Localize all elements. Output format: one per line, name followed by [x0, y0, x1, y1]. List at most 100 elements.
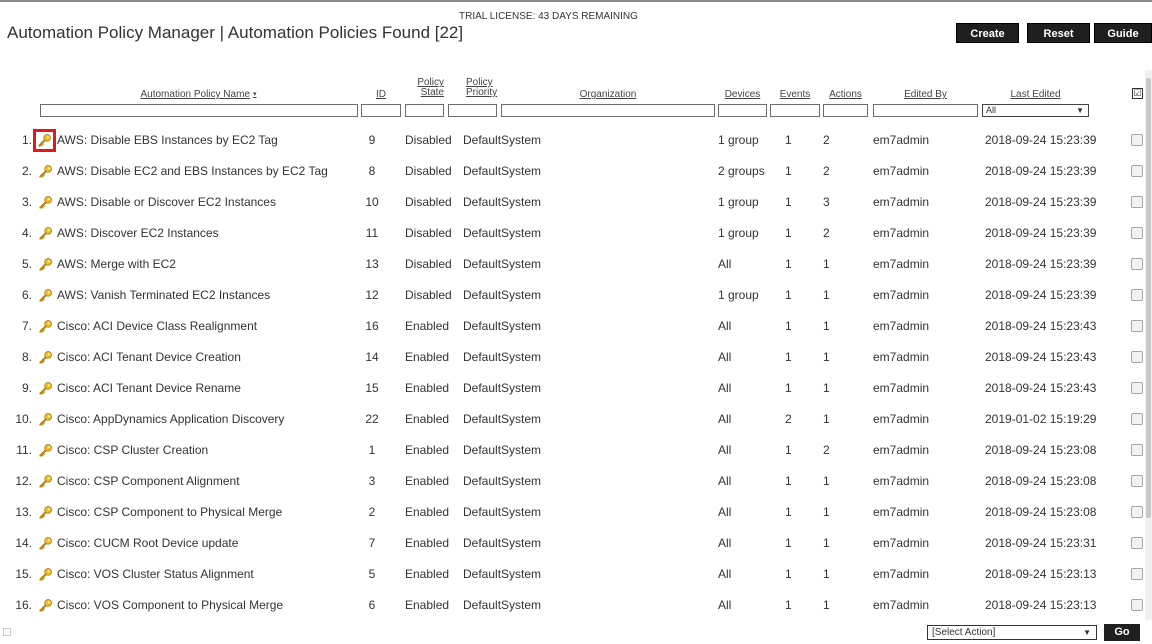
row-checkbox[interactable] — [1131, 568, 1143, 580]
row-checkbox[interactable] — [1131, 196, 1143, 208]
row-checkbox[interactable] — [1131, 382, 1143, 394]
key-icon[interactable] — [38, 164, 53, 179]
key-icon[interactable] — [38, 226, 53, 241]
key-icon[interactable] — [38, 350, 53, 365]
table-row[interactable]: 7. Cisco: ACI Device Class Realignment 1… — [0, 311, 1152, 342]
filter-state-input[interactable] — [405, 104, 444, 117]
policy-id: 12 — [365, 288, 379, 302]
key-icon[interactable] — [38, 288, 53, 303]
row-checkbox[interactable] — [1131, 320, 1143, 332]
column-header-last-edited[interactable]: Last Edited — [982, 76, 1089, 100]
actions-count: 1 — [823, 598, 830, 612]
key-icon[interactable] — [38, 412, 53, 427]
reset-button[interactable]: Reset — [1027, 23, 1090, 43]
table-row[interactable]: 11. Cisco: CSP Cluster Creation 1 Enable… — [0, 435, 1152, 466]
table-row[interactable]: 3. AWS: Disable or Discover EC2 Instance… — [0, 187, 1152, 218]
filter-id-input[interactable] — [361, 104, 401, 117]
column-header-id[interactable]: ID — [361, 76, 401, 100]
column-header-actions[interactable]: Actions — [823, 76, 868, 100]
table-row[interactable]: 5. AWS: Merge with EC2 13 Disabled Defau… — [0, 249, 1152, 280]
key-icon[interactable] — [38, 195, 53, 210]
events-count: 1 — [785, 319, 792, 333]
key-icon[interactable] — [38, 598, 53, 613]
row-number: 14. — [15, 536, 32, 550]
table-row[interactable]: 14. Cisco: CUCM Root Device update 7 Ena… — [0, 528, 1152, 559]
key-icon[interactable] — [38, 319, 53, 334]
key-icon[interactable] — [38, 443, 53, 458]
policy-id: 7 — [368, 536, 376, 550]
edited-by: em7admin — [873, 536, 930, 550]
filter-edited-by-input[interactable] — [873, 104, 978, 117]
policy-priority: Default — [463, 164, 502, 178]
actions-count: 3 — [823, 195, 830, 209]
filter-events-input[interactable] — [770, 104, 820, 117]
row-checkbox[interactable] — [1131, 134, 1143, 146]
key-icon[interactable] — [38, 257, 53, 272]
events-count: 1 — [785, 505, 792, 519]
filter-devices-input[interactable] — [718, 104, 767, 117]
key-icon[interactable] — [33, 129, 56, 152]
row-checkbox[interactable] — [1131, 506, 1143, 518]
organization: System — [501, 474, 542, 488]
row-checkbox[interactable] — [1131, 289, 1143, 301]
table-row[interactable]: 1. AWS: Disable EBS Instances by EC2 Tag… — [0, 125, 1152, 156]
policy-name: Cisco: ACI Tenant Device Rename — [57, 381, 241, 395]
table-row[interactable]: 9. Cisco: ACI Tenant Device Rename 15 En… — [0, 373, 1152, 404]
row-checkbox[interactable] — [1131, 165, 1143, 177]
guide-button[interactable]: Guide — [1094, 23, 1152, 43]
row-checkbox[interactable] — [1131, 599, 1143, 611]
row-checkbox[interactable] — [1131, 227, 1143, 239]
column-header-devices[interactable]: Devices — [718, 76, 767, 100]
table-row[interactable]: 10. Cisco: AppDynamics Application Disco… — [0, 404, 1152, 435]
policy-name: Cisco: VOS Component to Physical Merge — [57, 598, 284, 612]
last-edited: 2018-09-24 15:23:39 — [985, 133, 1097, 147]
table-row[interactable]: 8. Cisco: ACI Tenant Device Creation 14 … — [0, 342, 1152, 373]
scrollbar-thumb[interactable] — [1146, 78, 1151, 518]
filter-actions-input[interactable] — [823, 104, 868, 117]
select-action-dropdown[interactable]: [Select Action] ▼ — [927, 625, 1097, 640]
filter-priority-input[interactable] — [448, 104, 497, 117]
column-header-events[interactable]: Events — [770, 76, 820, 100]
column-header-policy-state[interactable]: Policy State — [405, 76, 444, 100]
row-checkbox[interactable] — [1131, 475, 1143, 487]
filter-last-edited-select[interactable]: All ▼ — [982, 104, 1089, 117]
sort-indicator-icon: ▾ — [252, 91, 257, 98]
row-checkbox[interactable] — [1131, 351, 1143, 363]
devices: 1 group — [718, 133, 759, 147]
table-row[interactable]: 2. AWS: Disable EC2 and EBS Instances by… — [0, 156, 1152, 187]
key-icon[interactable] — [38, 536, 53, 551]
key-icon[interactable] — [38, 567, 53, 582]
column-header-name[interactable]: Automation Policy Name ▾ — [40, 76, 357, 100]
table-row[interactable]: 15. Cisco: VOS Cluster Status Alignment … — [0, 559, 1152, 590]
key-icon[interactable] — [38, 381, 53, 396]
row-checkbox[interactable] — [1131, 413, 1143, 425]
actions-count: 2 — [823, 443, 830, 457]
table-row[interactable]: 16. Cisco: VOS Component to Physical Mer… — [0, 590, 1152, 621]
policy-name: Cisco: CSP Component Alignment — [57, 474, 240, 488]
filter-organization-input[interactable] — [501, 104, 715, 117]
devices: 2 groups — [718, 164, 765, 178]
column-header-edited-by[interactable]: Edited By — [873, 76, 978, 100]
events-count: 1 — [785, 226, 792, 240]
policy-priority: Default — [463, 443, 502, 457]
key-icon[interactable] — [38, 474, 53, 489]
column-header-policy-priority[interactable]: Policy Priority — [448, 76, 497, 100]
page-title: Automation Policy Manager | Automation P… — [7, 23, 464, 42]
table-row[interactable]: 12. Cisco: CSP Component Alignment 3 Ena… — [0, 466, 1152, 497]
go-button[interactable]: Go — [1104, 624, 1140, 641]
table-row[interactable]: 6. AWS: Vanish Terminated EC2 Instances … — [0, 280, 1152, 311]
organization: System — [501, 598, 542, 612]
edited-by: em7admin — [873, 381, 930, 395]
column-header-organization[interactable]: Organization — [501, 76, 715, 100]
row-checkbox[interactable] — [1131, 537, 1143, 549]
key-icon[interactable] — [38, 505, 53, 520]
row-checkbox[interactable] — [1131, 444, 1143, 456]
row-checkbox[interactable] — [1131, 258, 1143, 270]
table-row[interactable]: 4. AWS: Discover EC2 Instances 11 Disabl… — [0, 218, 1152, 249]
filter-name-input[interactable] — [40, 104, 358, 117]
last-edited: 2018-09-24 15:23:31 — [985, 536, 1097, 550]
table-row[interactable]: 13. Cisco: CSP Component to Physical Mer… — [0, 497, 1152, 528]
events-count: 2 — [785, 412, 792, 426]
select-all-checkbox[interactable]: ☑ — [1132, 88, 1143, 99]
create-button[interactable]: Create — [956, 23, 1019, 43]
